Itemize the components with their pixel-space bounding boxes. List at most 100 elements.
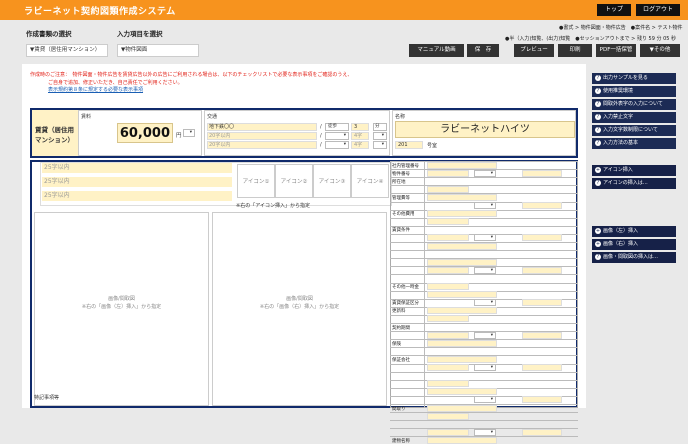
spec-input[interactable]	[427, 315, 469, 323]
spec-input[interactable]	[427, 331, 469, 339]
spec-input[interactable]	[522, 428, 562, 436]
icon-slot-1[interactable]: アイコン①	[237, 164, 275, 198]
logout-button[interactable]: ログアウト	[636, 4, 680, 16]
spec-label: 保証会社	[392, 357, 410, 363]
spec-input[interactable]	[427, 169, 469, 177]
sidebar-image-right[interactable]: + 画像（右）挿入	[592, 239, 676, 250]
spec-input[interactable]	[427, 404, 497, 412]
spec-input[interactable]	[427, 193, 497, 201]
spec-input[interactable]	[427, 412, 469, 420]
walk-select[interactable]: 徒歩	[325, 123, 349, 131]
minutes-input[interactable]: 3	[351, 123, 369, 131]
spec-input[interactable]	[427, 291, 497, 299]
min-unit-select-2[interactable]: ▾	[373, 132, 387, 140]
doc-type-label: 作成書類の選択	[26, 30, 72, 38]
spec-input[interactable]	[427, 436, 497, 444]
spec-input[interactable]	[522, 396, 562, 404]
sidebar-limit[interactable]: ? 入力文字数制限について	[592, 125, 676, 136]
line-input-3[interactable]: 20字以内	[207, 141, 317, 149]
spec-input[interactable]	[427, 266, 469, 274]
session-info: ●半（入力)知覧、(出力)知覧 ●セッションアウトまで > 残り 59 分 05…	[505, 36, 677, 42]
spec-divider	[390, 314, 578, 316]
image-left-slot[interactable]: 画像/間取図 ※右の「画像（左）挿入」から指定	[34, 212, 209, 406]
spec-input[interactable]	[427, 428, 469, 436]
spec-input[interactable]	[522, 299, 562, 307]
spec-input[interactable]	[427, 258, 497, 266]
other-menu-button[interactable]: ▼その他	[640, 44, 680, 57]
walk-select-3[interactable]: ▾	[325, 141, 349, 149]
spec-select[interactable]: ▾	[474, 428, 496, 436]
spec-input[interactable]	[522, 364, 562, 371]
spec-input[interactable]	[427, 355, 497, 363]
sidebar-layout[interactable]: ? 間取外表字の入力について	[592, 99, 676, 110]
name-label: 名称	[395, 114, 406, 120]
spec-input[interactable]	[522, 234, 562, 242]
top-button[interactable]: トップ	[597, 4, 631, 16]
room-input[interactable]: 201	[395, 141, 423, 149]
spec-input[interactable]	[522, 331, 562, 339]
sidebar-basics[interactable]: ? 入力方法の基本	[592, 138, 676, 149]
sidebar-env[interactable]: ? 使用推奨環境	[592, 86, 676, 97]
sidebar-forbidden[interactable]: ? 入力禁止文字	[592, 112, 676, 123]
rent-unit-select[interactable]: ▾	[183, 129, 195, 137]
sidebar-image-help[interactable]: ? 画像・間取図の挿入は…	[592, 252, 676, 263]
spec-input[interactable]	[427, 185, 469, 193]
spec-input[interactable]	[427, 218, 469, 226]
print-button[interactable]: 印刷	[558, 44, 592, 57]
display-rule-link[interactable]: 表示規約第８条に規定する必要な表示事項	[48, 87, 143, 93]
icon-slot-2[interactable]: アイコン②	[275, 164, 313, 198]
warning-text: 作成時のご注意： 物件図面・物件広告を賃貸広告以外の広告にご利用される場合は、以…	[30, 72, 353, 93]
name-input[interactable]: ラビーネットハイツ	[395, 121, 575, 138]
rent-box: 賃料 60,000 円 ▾	[78, 110, 202, 156]
doc-type-select[interactable]: ▼賃貸（居住用マンション）	[26, 44, 108, 57]
minutes-input-3[interactable]: 4字	[351, 141, 369, 149]
spec-divider	[390, 250, 578, 252]
icon-slot-3[interactable]: アイコン③	[313, 164, 351, 198]
spec-input[interactable]	[427, 283, 469, 290]
spec-select[interactable]: ▾	[474, 299, 496, 307]
spec-select[interactable]: ▾	[474, 331, 496, 339]
plus-icon: +	[595, 227, 601, 234]
minutes-input-2[interactable]: 4字	[351, 132, 369, 140]
station-input[interactable]: 地下鉄〇〇	[207, 123, 317, 131]
image-right-slot[interactable]: 画像/間取図 ※右の「画像（右）挿入」から指定	[212, 212, 387, 406]
spec-select[interactable]: ▾	[474, 396, 496, 404]
spec-input[interactable]	[427, 307, 497, 315]
item-select[interactable]: ▼物件図面	[117, 44, 199, 57]
spec-input[interactable]	[427, 380, 469, 388]
spec-input[interactable]	[522, 202, 562, 209]
pdf-save-button[interactable]: PDF一括保管	[596, 44, 636, 57]
spec-select[interactable]: ▾	[474, 234, 496, 242]
spec-select[interactable]: ▾	[474, 202, 496, 209]
spec-select[interactable]: ▾	[474, 364, 496, 371]
sidebar-image-left[interactable]: + 画像（左）挿入	[592, 226, 676, 237]
spec-divider	[390, 177, 578, 179]
plus-icon: +	[595, 166, 601, 173]
spec-input[interactable]	[427, 234, 469, 242]
walk-select-2[interactable]: ▾	[325, 132, 349, 140]
line-input-2[interactable]: 20字以内	[207, 132, 317, 140]
manual-video-button[interactable]: マニュアル動画	[409, 44, 464, 57]
spec-input[interactable]	[427, 242, 497, 250]
sidebar-sample[interactable]: ? 出力サンプルを見る	[592, 73, 676, 84]
spec-input[interactable]	[522, 169, 562, 177]
rent-input[interactable]: 60,000	[117, 123, 173, 143]
sidebar-icon-insert[interactable]: + アイコン挿入	[592, 165, 676, 176]
help-icon: ?	[595, 253, 601, 260]
spec-input[interactable]	[427, 388, 497, 396]
min-unit-select[interactable]: 分	[373, 123, 387, 131]
preview-button[interactable]: プレビュー	[514, 44, 554, 57]
spec-input[interactable]	[427, 161, 497, 169]
spec-divider	[390, 225, 578, 227]
spec-input[interactable]	[427, 364, 469, 371]
breadcrumb: ●書式 > 物件図面・物件広告 ●案件名 > テスト物件	[559, 25, 683, 31]
min-unit-select-3[interactable]: ▾	[373, 141, 387, 149]
sidebar-icon-help[interactable]: ? アイコンの挿入は…	[592, 178, 676, 189]
spec-input[interactable]	[522, 266, 562, 274]
save-button[interactable]: 保 存	[467, 44, 499, 57]
spec-select[interactable]: ▾	[474, 169, 496, 177]
icon-slot-4[interactable]: アイコン④	[351, 164, 389, 198]
spec-input[interactable]	[427, 210, 497, 218]
spec-select[interactable]: ▾	[474, 266, 496, 274]
spec-input[interactable]	[427, 339, 497, 347]
